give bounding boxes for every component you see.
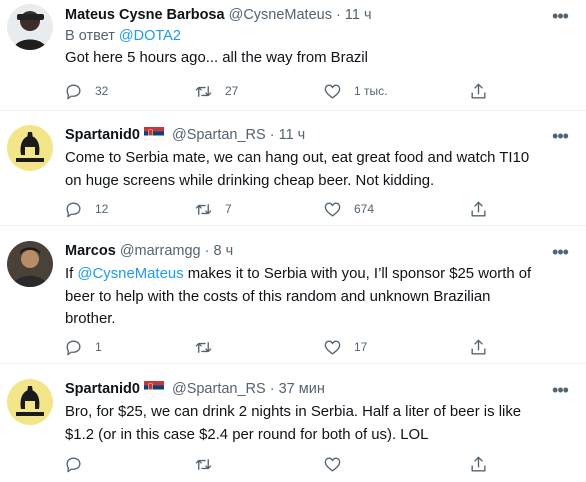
share-icon <box>471 339 486 355</box>
retweet-count: 27 <box>225 84 239 98</box>
reply-count: 32 <box>95 84 109 98</box>
like-button[interactable]: 674 <box>323 197 374 221</box>
share-icon <box>471 83 486 99</box>
retweet-icon <box>195 458 212 470</box>
action-bar: 12 7 674 <box>55 197 575 221</box>
more-icon[interactable]: ••• <box>548 7 572 29</box>
text-line: $1.2 (or in this case $2.4 per round for… <box>65 426 429 443</box>
user-handle[interactable]: @marramgg <box>120 243 201 259</box>
retweet-count: 7 <box>225 202 232 216</box>
action-bar: 32 27 1 тыс. <box>55 79 575 103</box>
reply-icon <box>66 339 81 355</box>
retweet-button[interactable]: 27 <box>194 79 238 103</box>
timestamp[interactable]: 8 ч <box>214 243 234 259</box>
reply-button[interactable]: 32 <box>64 79 108 103</box>
retweet-icon <box>195 85 212 97</box>
share-button[interactable] <box>469 335 488 359</box>
separator-dot: · <box>204 243 210 259</box>
action-bar <box>55 452 575 476</box>
avatar[interactable] <box>7 379 53 425</box>
retweet-icon <box>195 341 212 353</box>
tweet-text: Got here 5 hours ago... all the way from… <box>65 50 368 66</box>
share-button[interactable] <box>469 452 488 476</box>
text-segment: If <box>65 266 78 282</box>
user-handle[interactable]: @CysneMateus <box>229 7 332 23</box>
timestamp[interactable]: 37 мин <box>279 381 325 397</box>
user-handle[interactable]: @Spartan_RS <box>172 381 266 397</box>
text-line: Bro, for $25, we can drink 2 nights in S… <box>65 404 522 420</box>
tweet[interactable]: Marcos @marramgg · 8 ч ••• If @CysneMate… <box>0 226 586 363</box>
separator-dot: · <box>269 381 275 397</box>
like-button[interactable] <box>323 452 354 476</box>
display-name[interactable]: Spartanid0 <box>65 127 140 143</box>
reply-button[interactable]: 1 <box>64 335 102 359</box>
retweet-icon <box>195 203 212 215</box>
text-line: If @CysneMateus makes it to Serbia with … <box>65 263 570 286</box>
tweet-text: Come to Serbia mate, we can hang out, ea… <box>65 147 570 192</box>
reply-mention-link[interactable]: @DOTA2 <box>119 28 181 44</box>
reply-button[interactable]: 12 <box>64 197 108 221</box>
display-name[interactable]: Marcos <box>65 243 116 259</box>
text-line: on huge screens while drinking cheap bee… <box>65 172 435 189</box>
like-button[interactable]: 1 тыс. <box>323 79 387 103</box>
like-count: 17 <box>354 340 368 354</box>
reply-prefix: В ответ <box>65 28 115 44</box>
tweet-header: Marcos @marramgg · 8 ч <box>65 242 233 260</box>
reply-count: 1 <box>95 340 102 354</box>
share-button[interactable] <box>469 197 488 221</box>
retweet-button[interactable] <box>194 452 225 476</box>
share-icon <box>471 201 486 217</box>
share-button[interactable] <box>469 79 488 103</box>
reply-icon <box>66 201 81 217</box>
like-icon <box>324 456 341 472</box>
display-name[interactable]: Mateus Cysne Barbosa <box>65 7 225 23</box>
reply-button[interactable] <box>64 452 95 476</box>
text-line: Come to Serbia mate, we can hang out, ea… <box>65 150 530 166</box>
timestamp[interactable]: 11 ч <box>345 7 372 23</box>
separator-dot: · <box>269 127 275 143</box>
like-icon <box>324 201 341 217</box>
action-bar: 1 17 <box>55 335 575 359</box>
reply-count: 12 <box>95 202 109 216</box>
avatar[interactable] <box>7 125 53 171</box>
retweet-button[interactable]: 7 <box>194 197 232 221</box>
avatar[interactable] <box>7 4 53 50</box>
tweet[interactable]: Spartanid0 @Spartan_RS · 11 ч ••• Come t… <box>0 111 586 225</box>
text-segment: makes it to Serbia with you, I’ll sponso… <box>183 266 532 282</box>
tweet[interactable]: Spartanid0 @Spartan_RS · 37 мин ••• Bro,… <box>0 364 586 482</box>
tweet[interactable]: Mateus Cysne Barbosa @CysneMateus · 11 ч… <box>0 0 586 110</box>
avatar[interactable] <box>7 241 53 287</box>
mention-link[interactable]: @CysneMateus <box>77 266 183 282</box>
retweet-button[interactable] <box>194 335 225 359</box>
like-count: 1 тыс. <box>354 84 388 98</box>
like-icon <box>324 83 341 99</box>
reply-context: В ответ @DOTA2 <box>65 27 181 45</box>
like-icon <box>324 339 341 355</box>
display-name[interactable]: Spartanid0 <box>65 381 140 397</box>
user-handle[interactable]: @Spartan_RS <box>172 127 266 143</box>
tweet-header: Mateus Cysne Barbosa @CysneMateus · 11 ч <box>65 6 372 24</box>
tweet-text: If @CysneMateus makes it to Serbia with … <box>65 263 570 331</box>
like-count: 674 <box>354 202 375 216</box>
serbia-flag-icon <box>143 381 165 399</box>
separator-dot: · <box>336 7 341 23</box>
reply-icon <box>66 83 81 99</box>
share-icon <box>471 456 486 472</box>
serbia-flag-icon <box>143 127 165 145</box>
like-button[interactable]: 17 <box>323 335 367 359</box>
tweet-text: Bro, for $25, we can drink 2 nights in S… <box>65 401 570 446</box>
timestamp[interactable]: 11 ч <box>279 127 306 143</box>
tweet-header: Spartanid0 @Spartan_RS · 11 ч <box>65 126 305 145</box>
text-line: beer to help with the costs of this rand… <box>65 288 491 305</box>
tweet-header: Spartanid0 @Spartan_RS · 37 мин <box>65 380 325 399</box>
text-line: brother. <box>65 311 116 327</box>
reply-icon <box>66 456 81 472</box>
